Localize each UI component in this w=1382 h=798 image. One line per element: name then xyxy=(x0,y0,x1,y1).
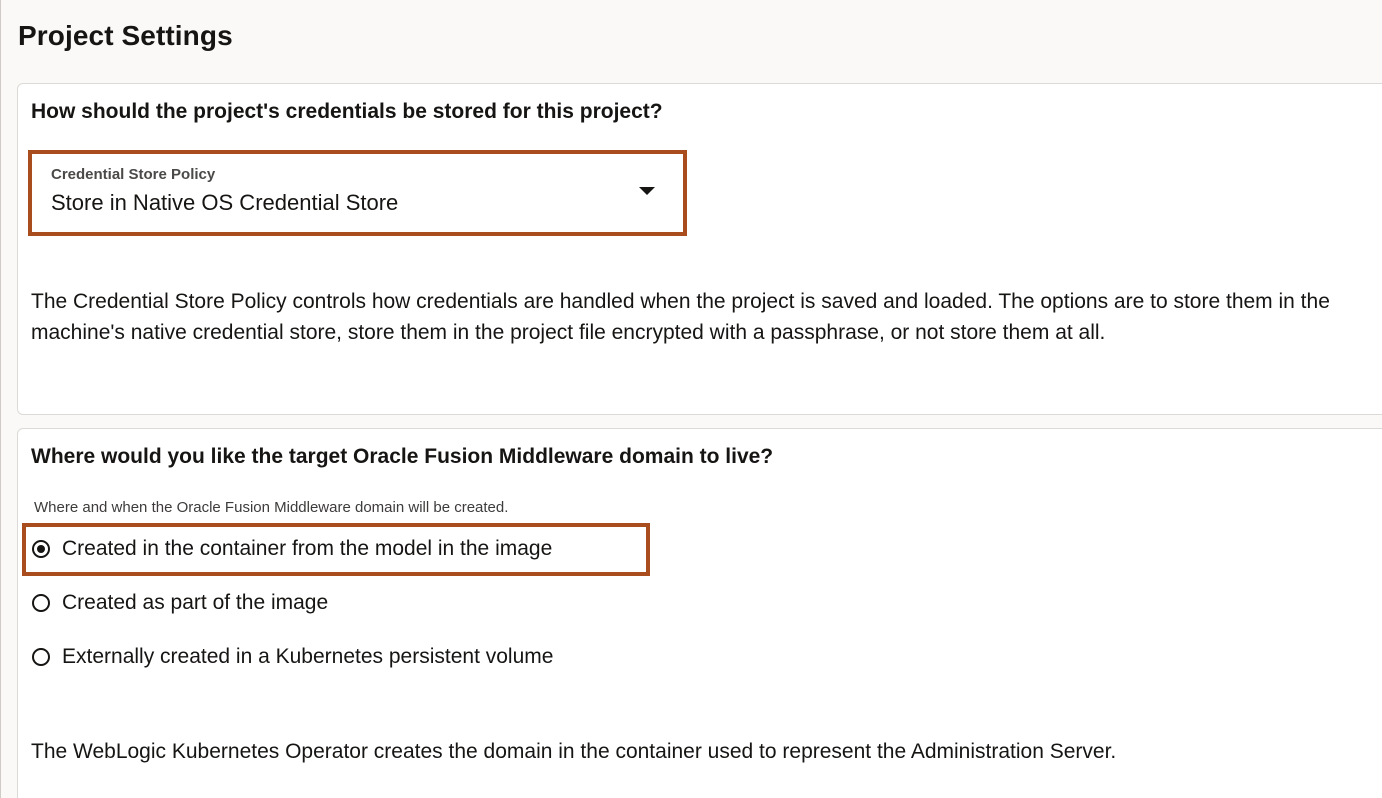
radio-unselected-icon[interactable] xyxy=(32,594,50,612)
radio-label: Externally created in a Kubernetes persi… xyxy=(62,645,554,668)
radio-label: Created as part of the image xyxy=(62,591,329,614)
project-settings-page: Project Settings How should the project'… xyxy=(0,0,1382,798)
select-value: Store in Native OS Credential Store xyxy=(51,190,399,215)
radio-selected-icon[interactable] xyxy=(32,540,50,558)
radio-unselected-icon[interactable] xyxy=(32,648,50,666)
select-label: Credential Store Policy xyxy=(51,166,216,183)
domain-location-section: Where would you like the target Oracle F… xyxy=(17,428,1382,798)
domain-help-text: Where and when the Oracle Fusion Middlew… xyxy=(34,499,509,516)
radio-label: Created in the container from the model … xyxy=(62,537,553,560)
domain-heading: Where would you like the target Oracle F… xyxy=(31,445,774,468)
credentials-section: How should the project's credentials be … xyxy=(17,83,1382,415)
radio-option-persistent-volume[interactable]: Externally created in a Kubernetes persi… xyxy=(32,640,553,674)
domain-description: The WebLogic Kubernetes Operator creates… xyxy=(31,740,1117,763)
radio-option-domain-in-image[interactable]: Created as part of the image xyxy=(32,586,328,620)
credentials-heading: How should the project's credentials be … xyxy=(31,100,663,123)
page-title: Project Settings xyxy=(18,20,233,51)
credential-store-policy-select[interactable]: Credential Store Policy Store in Native … xyxy=(28,150,687,236)
credentials-description: The Credential Store Policy controls how… xyxy=(31,290,1330,344)
chevron-down-icon[interactable] xyxy=(639,187,655,195)
radio-option-model-in-image[interactable]: Created in the container from the model … xyxy=(32,532,552,566)
